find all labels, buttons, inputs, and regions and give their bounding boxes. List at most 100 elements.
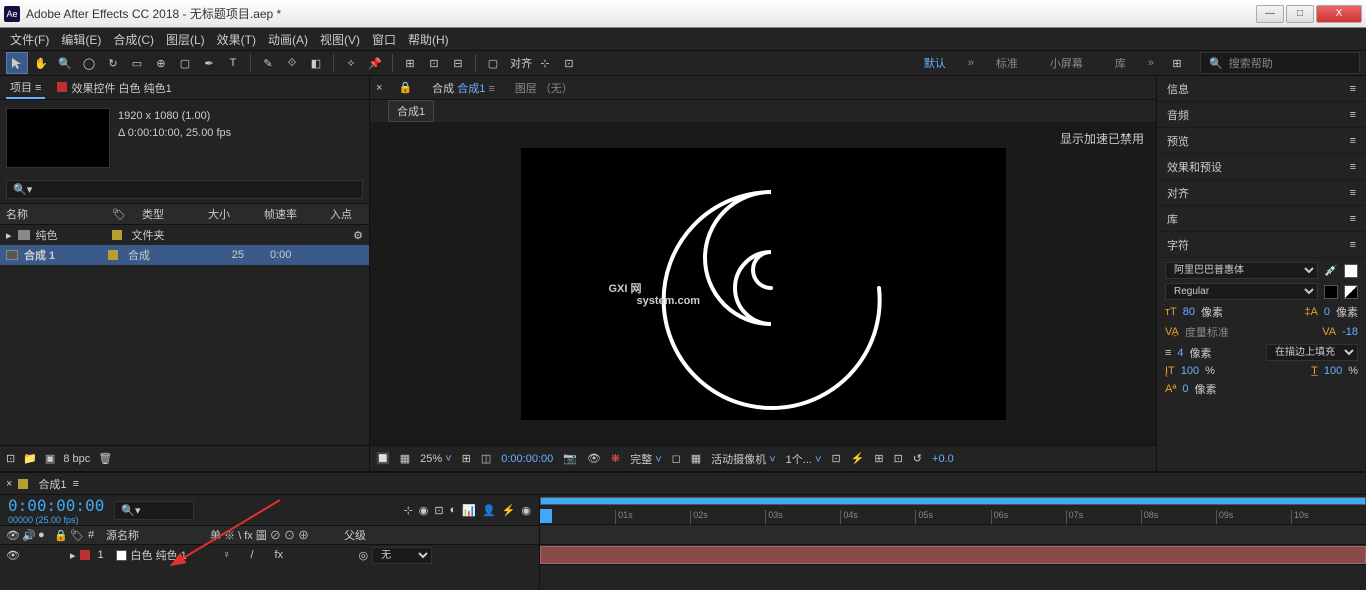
layer-visibility[interactable]: 👁 [6,549,18,562]
stroke-color[interactable] [1324,285,1338,299]
comp-mini-flowchart-icon[interactable]: ⊹ [404,504,413,517]
label-color[interactable] [108,250,118,260]
audio-icon[interactable]: 🔊 [22,529,34,542]
font-size[interactable]: 80 [1183,306,1195,318]
lock-icon[interactable]: 🔒 [54,529,66,542]
selection-tool[interactable] [6,52,28,74]
workspace-library[interactable]: 库 [1105,53,1136,73]
view-axis-tool[interactable]: ⊟ [447,52,469,74]
new-comp-icon[interactable]: ▣ [45,452,55,465]
leading[interactable]: 0 [1324,306,1330,318]
time-ruler[interactable]: 01s 02s 03s 04s 05s 06s 07s 08s 09s 10s [540,495,1366,525]
menu-edit[interactable]: 编辑(E) [55,29,107,50]
swap-colors[interactable] [1344,285,1358,299]
label-color[interactable] [112,230,122,240]
res-icon[interactable]: ⊞ [462,452,471,465]
font-style-dropdown[interactable]: Regular [1165,283,1318,300]
transparency-icon[interactable]: ▦ [691,452,701,465]
stroke-width[interactable]: 4 [1177,347,1183,359]
tab-menu-icon[interactable]: ≡ [73,478,79,490]
tag-icon[interactable]: 🏷 [112,208,126,221]
close-tab-icon[interactable]: × [6,478,12,490]
menu-help[interactable]: 帮助(H) [402,29,455,50]
close-tab-icon[interactable]: × [376,82,382,94]
roto-tool[interactable]: ✧ [340,52,362,74]
magnify-icon[interactable]: 🔲 [376,452,390,465]
solo-icon[interactable]: ● [38,529,50,541]
roi-icon[interactable]: ◻ [672,452,681,465]
comp-subtab[interactable]: 合成1 [388,100,434,122]
new-folder-icon[interactable]: 📁 [23,452,37,465]
workspace-default[interactable]: 默认 [914,53,956,73]
puppet-tool[interactable]: 📌 [364,52,386,74]
timeline-search[interactable]: 🔍▾ [114,501,194,520]
eraser-tool[interactable]: ◧ [305,52,327,74]
col-name[interactable]: 名称 [6,206,96,222]
layer-switch-collapse[interactable]: / [251,549,271,561]
col-num[interactable]: # [88,529,102,541]
interpret-icon[interactable]: ⊡ [6,452,15,465]
pixel-aspect-icon[interactable]: ⊡ [831,452,840,465]
menu-composition[interactable]: 合成(C) [107,29,160,50]
menu-animation[interactable]: 动画(A) [262,29,314,50]
font-family-dropdown[interactable]: 阿里巴巴普惠体 [1165,262,1318,279]
panel-toggle[interactable]: ⊞ [1166,52,1188,74]
timecode-display[interactable]: 0:00:00:00 00000 (25.00 fps) [8,496,104,525]
search-help[interactable]: 🔍 搜索帮助 [1200,52,1360,74]
snap-toggle[interactable]: ▢ [482,52,504,74]
layer-switch-shy[interactable]: ♀ [223,549,247,561]
lock-icon[interactable]: 🔒 [398,81,412,94]
views-dropdown[interactable]: 1个... ˅ [786,451,822,467]
motion-blur-icon[interactable]: ◐ [450,504,457,517]
parent-pickwhip-icon[interactable]: ◎ [359,549,369,562]
reset-exposure-icon[interactable]: ↺ [913,452,922,465]
close-button[interactable]: X [1316,5,1362,23]
project-row-folder[interactable]: ▸ 纯色 文件夹 ⚙ [0,225,369,245]
shape-tool[interactable]: ▢ [174,52,196,74]
eyedropper-icon[interactable]: 💉 [1324,264,1338,277]
bpc-label[interactable]: 8 bpc [63,453,90,465]
library-panel-header[interactable]: 库≡ [1157,206,1366,232]
col-in[interactable]: 入点 [330,206,352,222]
flowchart-icon[interactable]: ⚙ [353,229,363,242]
vscale[interactable]: 100 [1181,365,1199,377]
pen-tool[interactable]: ✒ [198,52,220,74]
col-size[interactable]: 大小 [208,206,248,222]
resolution-dropdown[interactable]: 完整 ˅ [630,451,661,467]
character-panel-header[interactable]: 字符≡ [1157,232,1366,258]
timeline-comp-tab[interactable]: 合成1 [38,476,66,492]
mask-icon[interactable]: ◫ [481,452,491,465]
zoom-dropdown[interactable]: 25% ˅ [420,453,452,465]
channel-icon[interactable]: ❋ [611,452,620,465]
kerning-dropdown[interactable]: 度量标准 [1185,324,1229,340]
menu-effect[interactable]: 效果(T) [211,29,262,50]
layer-tab[interactable]: 图层 （无） [515,80,573,96]
workspace-more[interactable]: » [1148,57,1154,69]
project-tab[interactable]: 项目 ≡ [6,77,45,99]
composition-viewer[interactable]: 显示加速已禁用 GXI 网 system.com [370,122,1156,445]
menu-file[interactable]: 文件(F) [4,29,55,50]
timeline-layer-track[interactable] [540,545,1366,565]
effect-controls-tab[interactable]: 效果控件 白色 纯色1 [53,78,175,98]
camera-dropdown[interactable]: 活动摄像机 ˅ [711,451,775,467]
expand-icon[interactable]: ▸ [6,229,12,242]
video-icon[interactable]: 👁 [6,529,18,542]
brush-tool[interactable]: ✎ [257,52,279,74]
zoom-tool[interactable]: 🔍 [54,52,76,74]
timeline-layer-row[interactable]: 👁 ▸ 1 白色 纯色 1 ♀ / fx ◎ 无 [0,545,539,565]
rotate-tool[interactable]: ↻ [102,52,124,74]
snapshot-icon[interactable]: 📷 [563,452,577,465]
show-snapshot-icon[interactable]: 👁 [587,452,601,465]
workspace-arrows[interactable]: » [968,57,974,69]
text-tool[interactable]: T [222,52,244,74]
shy-icon[interactable]: 👤 [482,504,496,517]
draft-3d-icon[interactable]: ◉ [419,504,429,517]
menu-layer[interactable]: 图层(L) [160,29,211,50]
effects-panel-header[interactable]: 效果和预设≡ [1157,154,1366,180]
snap-grid-tool[interactable]: ⊡ [558,52,580,74]
local-axis-tool[interactable]: ⊞ [399,52,421,74]
audio-panel-header[interactable]: 音频≡ [1157,102,1366,128]
render-icon[interactable]: ⚡ [502,504,516,517]
work-area-bar[interactable] [540,497,1366,505]
parent-dropdown[interactable]: 无 [372,547,432,564]
